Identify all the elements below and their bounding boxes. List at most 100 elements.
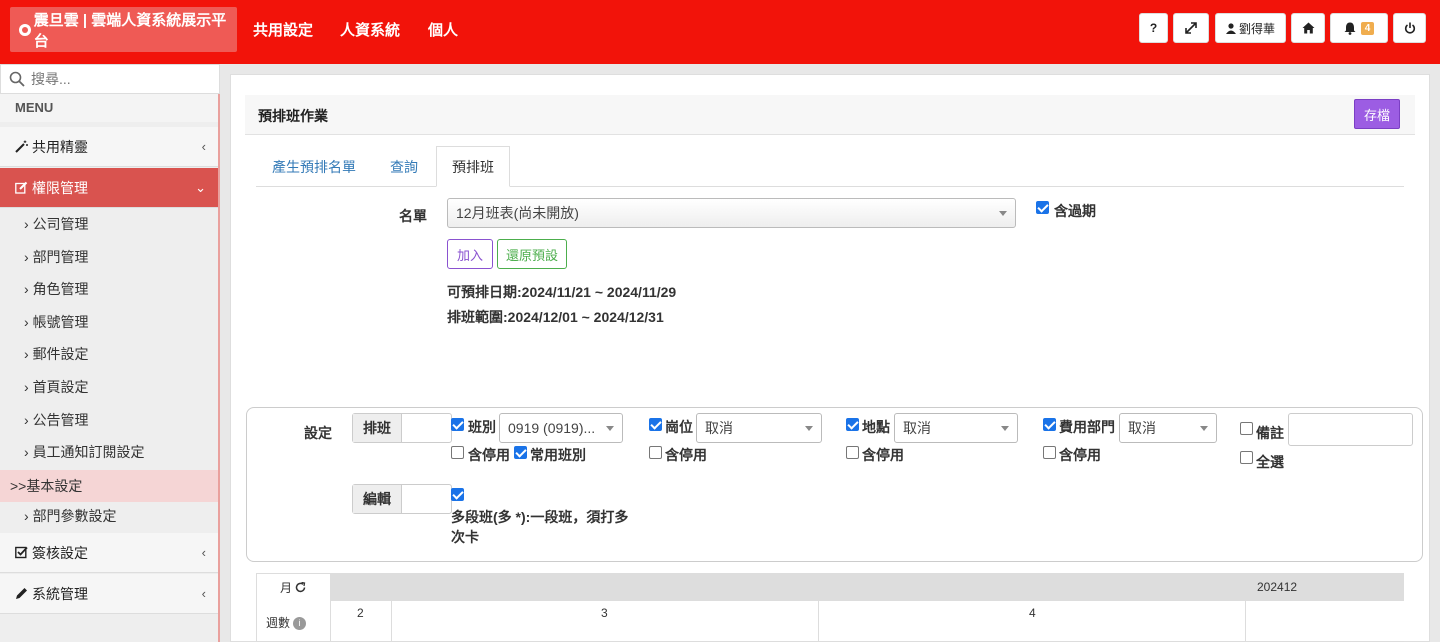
sidebar-item-permissions[interactable]: 權限管理 ⌄ — [0, 168, 220, 208]
location-label: 地點 — [862, 419, 890, 435]
sidebar-item-label: 系統管理 — [32, 585, 88, 602]
tab-query[interactable]: 查詢 — [390, 157, 418, 177]
sidebar-sub-item[interactable]: › 員工通知訂閱設定 — [0, 436, 220, 468]
chevron-down-icon: ⌄ — [195, 179, 206, 195]
sidebar-item-system[interactable]: 系統管理 ‹ — [0, 574, 220, 614]
tab-generate-list[interactable]: 產生預排名單 — [272, 157, 356, 177]
search-icon — [9, 71, 25, 87]
brand-title: 震旦雲 | 雲端人資系統展示平台 — [33, 11, 227, 50]
week-number-label: 週數 i — [266, 614, 307, 631]
nav-hr-system[interactable]: 人資系統 — [340, 0, 400, 58]
tab-pre-schedule[interactable]: 預排班 — [436, 146, 510, 187]
calendar-divider — [818, 601, 819, 642]
month-label: 月 — [280, 581, 293, 595]
logout-button[interactable] — [1393, 13, 1426, 43]
multi-shift-label: 多段班(多 *):一段班，須打多次卡 — [451, 509, 629, 545]
sidebar-item-label: 簽核設定 — [32, 544, 88, 561]
shift-include-disabled-label: 含停用 — [468, 447, 510, 463]
shift-checkbox[interactable] — [451, 418, 464, 431]
edit-input-group[interactable]: 編輯 — [352, 484, 452, 514]
sidebar-sub-item[interactable]: › 部門管理 — [0, 241, 220, 273]
week-cell: 4 — [1029, 606, 1036, 620]
select-all-checkbox[interactable] — [1240, 451, 1253, 464]
position-include-disabled-checkbox[interactable] — [649, 446, 662, 459]
user-icon — [1225, 22, 1236, 34]
position-select[interactable]: 取消 — [696, 413, 822, 443]
checkbox-icon — [15, 546, 28, 559]
sidebar-sub-item[interactable]: › 公司管理 — [0, 208, 220, 240]
sidebar-sub-item[interactable]: › 部門參數設定 — [0, 500, 220, 532]
sidebar-sub-item-basic-settings[interactable]: >>基本設定 — [0, 470, 220, 502]
cost-dept-select[interactable]: 取消 — [1119, 413, 1217, 443]
chevron-left-icon: ‹ — [201, 545, 206, 560]
shift-select[interactable]: 0919 (0919)... — [499, 413, 623, 443]
add-button[interactable]: 加入 — [447, 239, 493, 269]
help-icon: ? — [1149, 21, 1158, 35]
list-select[interactable]: 12月班表(尚未開放) — [447, 198, 1016, 228]
notification-button[interactable]: 4 — [1330, 13, 1388, 43]
reset-default-button[interactable]: 還原預設 — [497, 239, 567, 269]
sidebar-sub-item[interactable]: › 帳號管理 — [0, 306, 220, 338]
cost-dept-checkbox[interactable] — [1043, 418, 1056, 431]
user-menu-button[interactable]: 劉得華 — [1215, 13, 1286, 43]
nav-common-settings[interactable]: 共用設定 — [253, 0, 313, 58]
user-name: 劉得華 — [1238, 21, 1275, 36]
sidebar-item-label: 權限管理 — [32, 179, 88, 196]
sidebar-item-wizard[interactable]: 共用精靈 ‹ — [0, 127, 220, 167]
calendar-week-row — [331, 601, 1404, 642]
brand-logo[interactable]: 震旦雲 | 雲端人資系統展示平台 — [10, 7, 237, 52]
shift-include-disabled-checkbox[interactable] — [451, 446, 464, 459]
calendar-period: 202412 — [1257, 580, 1298, 594]
info-icon[interactable]: i — [293, 617, 307, 631]
note-input[interactable] — [1288, 413, 1413, 446]
include-expired-label: 含過期 — [1054, 203, 1096, 219]
select-all-label: 全選 — [1256, 454, 1284, 470]
pencil-icon — [16, 588, 27, 599]
multi-shift-checkbox[interactable] — [451, 488, 464, 501]
location-select-value: 取消 — [903, 420, 931, 436]
notification-badge: 4 — [1360, 21, 1375, 35]
settings-label: 設定 — [304, 425, 332, 441]
position-include-disabled-label: 含停用 — [665, 447, 707, 463]
schedule-input-group[interactable]: 排班 — [352, 413, 452, 443]
save-button[interactable]: 存檔 — [1354, 99, 1400, 129]
note-checkbox[interactable] — [1240, 422, 1253, 435]
page-title: 預排班作業 — [258, 108, 328, 124]
common-shift-checkbox[interactable] — [514, 446, 527, 459]
sidebar-sub-item[interactable]: › 郵件設定 — [0, 338, 220, 370]
note-label: 備註 — [1256, 425, 1284, 441]
calendar-divider — [391, 601, 392, 642]
cost-dept-include-disabled-checkbox[interactable] — [1043, 446, 1056, 459]
include-expired-checkbox[interactable] — [1036, 201, 1049, 214]
search-input[interactable] — [31, 71, 211, 87]
shift-label: 班別 — [468, 419, 496, 435]
edit-icon — [15, 181, 28, 194]
expand-icon — [1185, 22, 1197, 34]
menu-header: MENU — [0, 94, 220, 122]
sidebar-sub-item[interactable]: › 公告管理 — [0, 404, 220, 436]
sidebar-sub-item[interactable]: › 角色管理 — [0, 273, 220, 305]
help-button[interactable]: ? — [1139, 13, 1168, 43]
home-button[interactable] — [1291, 13, 1325, 43]
location-include-disabled-checkbox[interactable] — [846, 446, 859, 459]
chevron-left-icon: ‹ — [201, 139, 206, 154]
cost-dept-include-disabled-label: 含停用 — [1059, 447, 1101, 463]
position-label: 崗位 — [665, 419, 693, 435]
tabs-divider — [256, 186, 1404, 187]
schedule-range-text: 排班範圍:2024/12/01 ~ 2024/12/31 — [447, 309, 664, 325]
calendar-header — [331, 573, 1404, 601]
nav-personal[interactable]: 個人 — [428, 0, 458, 58]
location-checkbox[interactable] — [846, 418, 859, 431]
location-include-disabled-label: 含停用 — [862, 447, 904, 463]
list-select-value: 12月班表(尚未開放) — [456, 205, 579, 221]
location-select[interactable]: 取消 — [894, 413, 1018, 443]
sidebar-item-approval[interactable]: 簽核設定 ‹ — [0, 533, 220, 573]
refresh-icon — [296, 581, 306, 593]
position-select-value: 取消 — [705, 420, 733, 436]
fullscreen-button[interactable] — [1173, 13, 1209, 43]
position-checkbox[interactable] — [649, 418, 662, 431]
globe-icon — [19, 23, 31, 36]
sidebar-sub-item[interactable]: › 首頁設定 — [0, 371, 220, 403]
month-toggle[interactable]: 月 — [280, 579, 306, 596]
magic-wand-icon — [15, 140, 28, 153]
